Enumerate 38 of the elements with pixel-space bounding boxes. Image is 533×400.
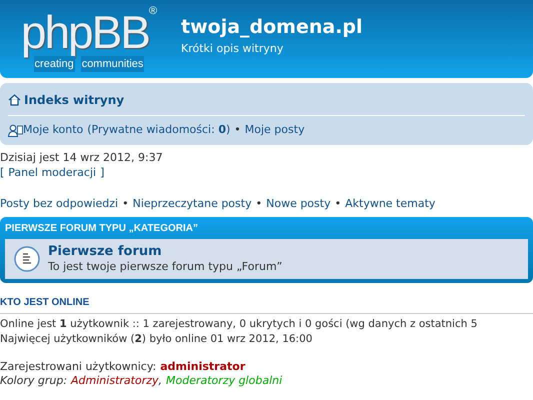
separator: • (256, 196, 262, 212)
user-icon (8, 124, 23, 137)
moderation-panel-link[interactable]: Panel moderacji (8, 164, 96, 180)
registered-mark: ® (149, 6, 158, 17)
logo-wordmark: phpBB (20, 6, 149, 58)
logo-tagline: communities (80, 56, 144, 72)
forum-title[interactable]: Pierwsze forum (48, 244, 282, 259)
index-link[interactable]: Indeks witryny (24, 91, 124, 109)
group-link[interactable]: Administratorzy (71, 374, 158, 388)
separator: • (122, 196, 129, 212)
separator: • (234, 122, 241, 138)
posts-link[interactable]: Moje posty (244, 122, 305, 138)
quick-link[interactable]: Aktywne tematy (345, 196, 436, 212)
quick-link[interactable]: Nieprzeczytane posty (132, 196, 252, 212)
bracket: ] (100, 164, 104, 180)
home-icon (8, 94, 21, 106)
comma: , (158, 374, 162, 388)
messages-link[interactable]: (Prywatne wiadomości: 0) (87, 122, 230, 138)
online-stats-text: Online jest 1 użytkownik :: 1 zarejestrowany, 0 ukrytych i 0 gości (wg danych z ostatnich 5 (0, 317, 478, 332)
online-stats-text: Najwięcej użytkowników (2) było online 01 wrz 2012, 16:00 (0, 332, 314, 347)
forum-description: To jest twoje pierwsze forum typu „Forum” (48, 259, 282, 274)
registered-users-label: Zarejestrowani użytkownicy: (0, 359, 156, 374)
category-title[interactable]: PIERWSZE FORUM TYPU „KATEGORIA” (5, 220, 198, 236)
account-link[interactable]: Moje konto (23, 122, 84, 138)
legend-label: Kolory grup: (0, 374, 68, 388)
online-heading: KTO JEST ONLINE (0, 295, 533, 314)
forum-icon (14, 246, 40, 272)
quick-link[interactable]: Posty bez odpowiedzi (0, 196, 118, 212)
site-description: Krótki opis witryny (181, 41, 284, 57)
site-title[interactable]: twoja_domena.pl (181, 12, 363, 41)
separator: • (334, 196, 342, 212)
username-link[interactable]: administrator (160, 359, 246, 374)
logo[interactable]: phpBB® creating communities (15, 6, 163, 72)
group-link[interactable]: Moderatorzy globalni (166, 374, 282, 388)
date-text: Dzisiaj jest 14 wrz 2012, 9:37 (0, 150, 164, 164)
quick-link[interactable]: Nowe posty (266, 196, 331, 212)
logo-tagline: creating (34, 56, 75, 72)
bracket: [ (0, 164, 4, 180)
